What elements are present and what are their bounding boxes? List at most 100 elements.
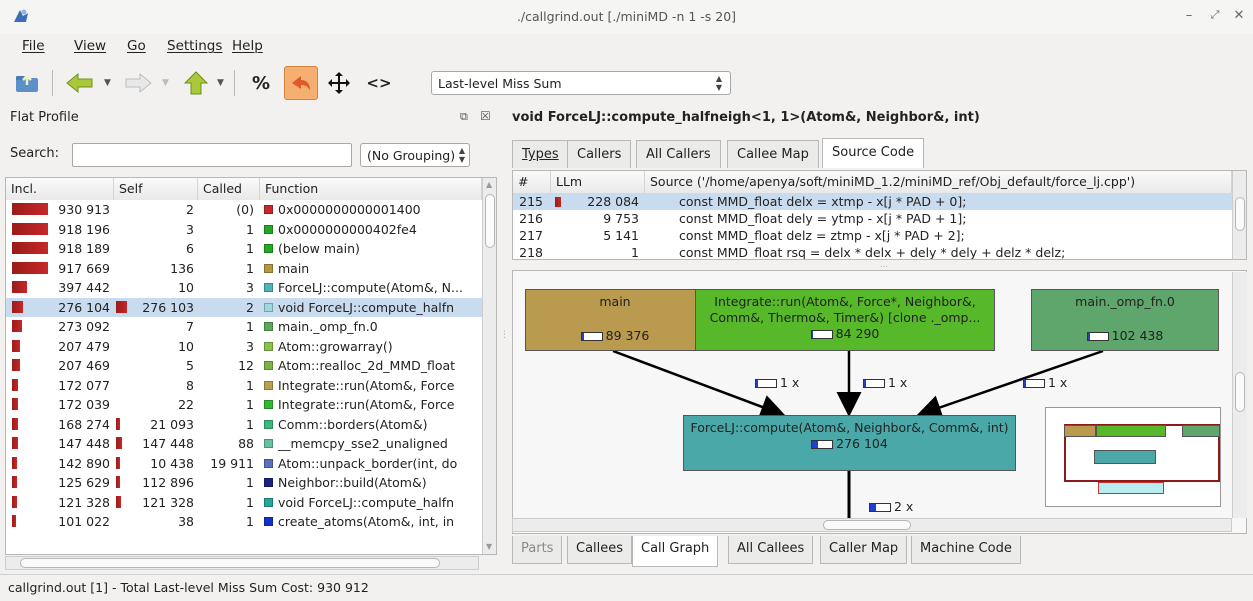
table-row[interactable]: 125 629 112 896 1 Neighbor::build(Atom&): [6, 473, 482, 493]
table-row[interactable]: 917 669 136 1 main: [6, 259, 482, 279]
tab-callers[interactable]: Callers: [567, 140, 632, 168]
menu-file[interactable]: File: [22, 38, 45, 54]
tab-callee-map[interactable]: Callee Map: [727, 140, 819, 168]
relative-percent-icon[interactable]: %: [244, 66, 278, 100]
table-row[interactable]: 101 022 38 1 create_atoms(Atom&, int, in: [6, 512, 482, 532]
menu-help[interactable]: Help: [232, 38, 263, 54]
menu-go[interactable]: Go: [127, 38, 146, 54]
menu-settings[interactable]: Settings: [167, 38, 222, 54]
menu-view[interactable]: View: [74, 38, 106, 54]
source-row[interactable]: 216 9 753 const MMD_float dely = ytmp - x[…: [513, 210, 1232, 227]
table-row[interactable]: 172 077 8 1 Integrate::run(Atom&, Force: [6, 376, 482, 396]
table-row[interactable]: 273 092 7 1 main._omp_fn.0: [6, 317, 482, 337]
column-header-line[interactable]: #: [513, 171, 551, 193]
call-graph-vscrollbar[interactable]: [1232, 272, 1247, 518]
minimize-icon[interactable]: –: [1180, 8, 1198, 23]
back-dropdown-icon[interactable]: ▼: [104, 78, 111, 88]
tab-all-callees[interactable]: All Callees: [728, 536, 814, 564]
flat-profile-panel: Flat Profile ⧉ ☒ Search: (No Grouping) ▲…: [0, 104, 500, 574]
table-row[interactable]: 207 479 10 3 Atom::growarray(): [6, 337, 482, 357]
function-table-scrollbar[interactable]: ▲ ▼: [482, 178, 496, 554]
graph-node-compute[interactable]: ForceLJ::compute(Atom&, Neighbor&, Comm&…: [683, 415, 1016, 471]
edge-omp-compute[interactable]: [916, 349, 1104, 420]
column-header-llm[interactable]: LLm: [551, 171, 645, 193]
cycle-detection-icon[interactable]: [284, 66, 318, 100]
incl-value: 172 077: [58, 377, 110, 393]
table-row[interactable]: 121 328 121 328 1 void ForceLJ::compute_hal…: [6, 493, 482, 513]
graph-node-integrate[interactable]: Integrate::run(Atom&, Force*, Neighbor&,…: [695, 289, 995, 351]
search-label: Search:: [10, 146, 60, 161]
function-color-swatch: [264, 517, 273, 526]
tab-callees[interactable]: Callees: [567, 536, 633, 564]
incl-bar: [12, 512, 50, 532]
table-row[interactable]: 918 189 6 1 (below main): [6, 239, 482, 259]
column-header-function[interactable]: Function: [260, 178, 482, 200]
tab-parts[interactable]: Parts: [512, 536, 563, 564]
source-row[interactable]: 218 1 const MMD_float rsq = delx * delx + …: [513, 244, 1232, 259]
function-name: Comm::borders(Atom&): [278, 416, 428, 432]
event-type-select[interactable]: Last-level Miss Sum ▲ ▼: [431, 71, 731, 95]
function-name: Neighbor::build(Atom&): [278, 475, 427, 490]
tab-machine-code[interactable]: Machine Code: [911, 536, 1021, 564]
function-cell: Atom::realloc_2d_MMD_float: [264, 356, 482, 376]
grouping-select[interactable]: (No Grouping) ▲ ▼: [360, 143, 470, 167]
table-row[interactable]: 172 039 22 1 Integrate::run(Atom&, Force: [6, 395, 482, 415]
tab-all-callers[interactable]: All Callers: [636, 140, 721, 168]
source-row[interactable]: 217 5 141 const MMD_float delz = ztmp - x[…: [513, 227, 1232, 244]
scrollbar-thumb[interactable]: [1235, 197, 1245, 231]
table-row[interactable]: 930 913 2 (0) 0x0000000000001400: [6, 200, 482, 220]
incl-value: 101 022: [58, 514, 110, 529]
source-scrollbar[interactable]: [1232, 171, 1246, 259]
source-code-line: const MMD_float delx = xtmp - x[j * PAD …: [679, 194, 967, 209]
search-input[interactable]: [72, 143, 352, 167]
function-color-swatch: [264, 361, 273, 370]
function-cell: __memcpy_sse2_unaligned: [264, 434, 482, 454]
column-header-source[interactable]: Source ('/home/apenya/soft/miniMD_1.2/mi…: [645, 171, 1232, 193]
up-dropdown-icon[interactable]: ▼: [217, 78, 224, 88]
column-header-incl[interactable]: Incl.: [6, 178, 114, 200]
function-color-swatch: [264, 244, 273, 253]
tab-call-graph[interactable]: Call Graph: [632, 536, 719, 567]
forward-arrow-icon[interactable]: [118, 66, 158, 100]
called-value: 1: [246, 416, 254, 432]
table-row[interactable]: 276 104 276 103 2 void ForceLJ::compute_hal…: [6, 297, 482, 317]
self-value: 2: [186, 202, 194, 217]
close-icon[interactable]: ✕: [1230, 8, 1248, 23]
expand-icon[interactable]: <>: [362, 66, 396, 100]
table-row[interactable]: 142 890 10 438 19 911 Atom::unpack_border(i…: [6, 454, 482, 474]
column-header-called[interactable]: Called: [198, 178, 260, 200]
scrollbar-thumb[interactable]: [20, 558, 440, 568]
function-table-hscrollbar[interactable]: [5, 556, 479, 570]
up-arrow-icon[interactable]: [176, 66, 216, 100]
table-row[interactable]: 207 469 5 12 Atom::realloc_2d_MMD_float: [6, 356, 482, 376]
table-row[interactable]: 168 274 21 093 1 Comm::borders(Atom&): [6, 415, 482, 435]
open-file-icon[interactable]: [10, 66, 44, 100]
scrollbar-thumb[interactable]: [1235, 372, 1245, 412]
close-panel-icon[interactable]: ☒: [480, 109, 491, 123]
maximize-icon[interactable]: ⤢: [1206, 8, 1224, 22]
function-cell: Comm::borders(Atom&): [264, 415, 482, 435]
forward-dropdown-icon[interactable]: ▼: [162, 78, 169, 88]
back-arrow-icon[interactable]: [60, 66, 100, 100]
function-color-swatch: [264, 283, 273, 292]
table-row[interactable]: 918 196 3 1 0x0000000000402fe4: [6, 220, 482, 240]
call-graph-view[interactable]: main 89 376 Integrate::run(Atom&, Force*…: [512, 270, 1247, 534]
float-panel-icon[interactable]: ⧉: [460, 110, 468, 124]
incl-value: 397 442: [58, 280, 110, 295]
call-graph-hscrollbar[interactable]: [512, 518, 1232, 532]
scrollbar-thumb[interactable]: [485, 194, 495, 248]
called-value: 1: [246, 221, 254, 237]
scrollbar-thumb[interactable]: [823, 520, 911, 530]
tab-source-code[interactable]: Source Code: [822, 138, 925, 168]
tab-caller-map[interactable]: Caller Map: [820, 536, 908, 564]
graph-minimap[interactable]: [1045, 407, 1221, 507]
column-header-self[interactable]: Self: [114, 178, 198, 200]
function-rows: 930 913 2 (0) 0x0000000000001400 918 196 3 1 0x…: [6, 200, 482, 554]
graph-node-omp[interactable]: main._omp_fn.0 102 438: [1031, 289, 1219, 351]
move-cross-icon[interactable]: [322, 66, 356, 100]
graph-node-main[interactable]: main 89 376: [525, 289, 705, 351]
tab-types[interactable]: Types: [512, 140, 569, 168]
table-row[interactable]: 397 442 10 3 ForceLJ::compute(Atom&, N...: [6, 278, 482, 298]
table-row[interactable]: 147 448 147 448 88 __memcpy_sse2_unaligned: [6, 434, 482, 454]
source-row[interactable]: 215 228 084 const MMD_float delx = xtmp - …: [513, 193, 1232, 210]
